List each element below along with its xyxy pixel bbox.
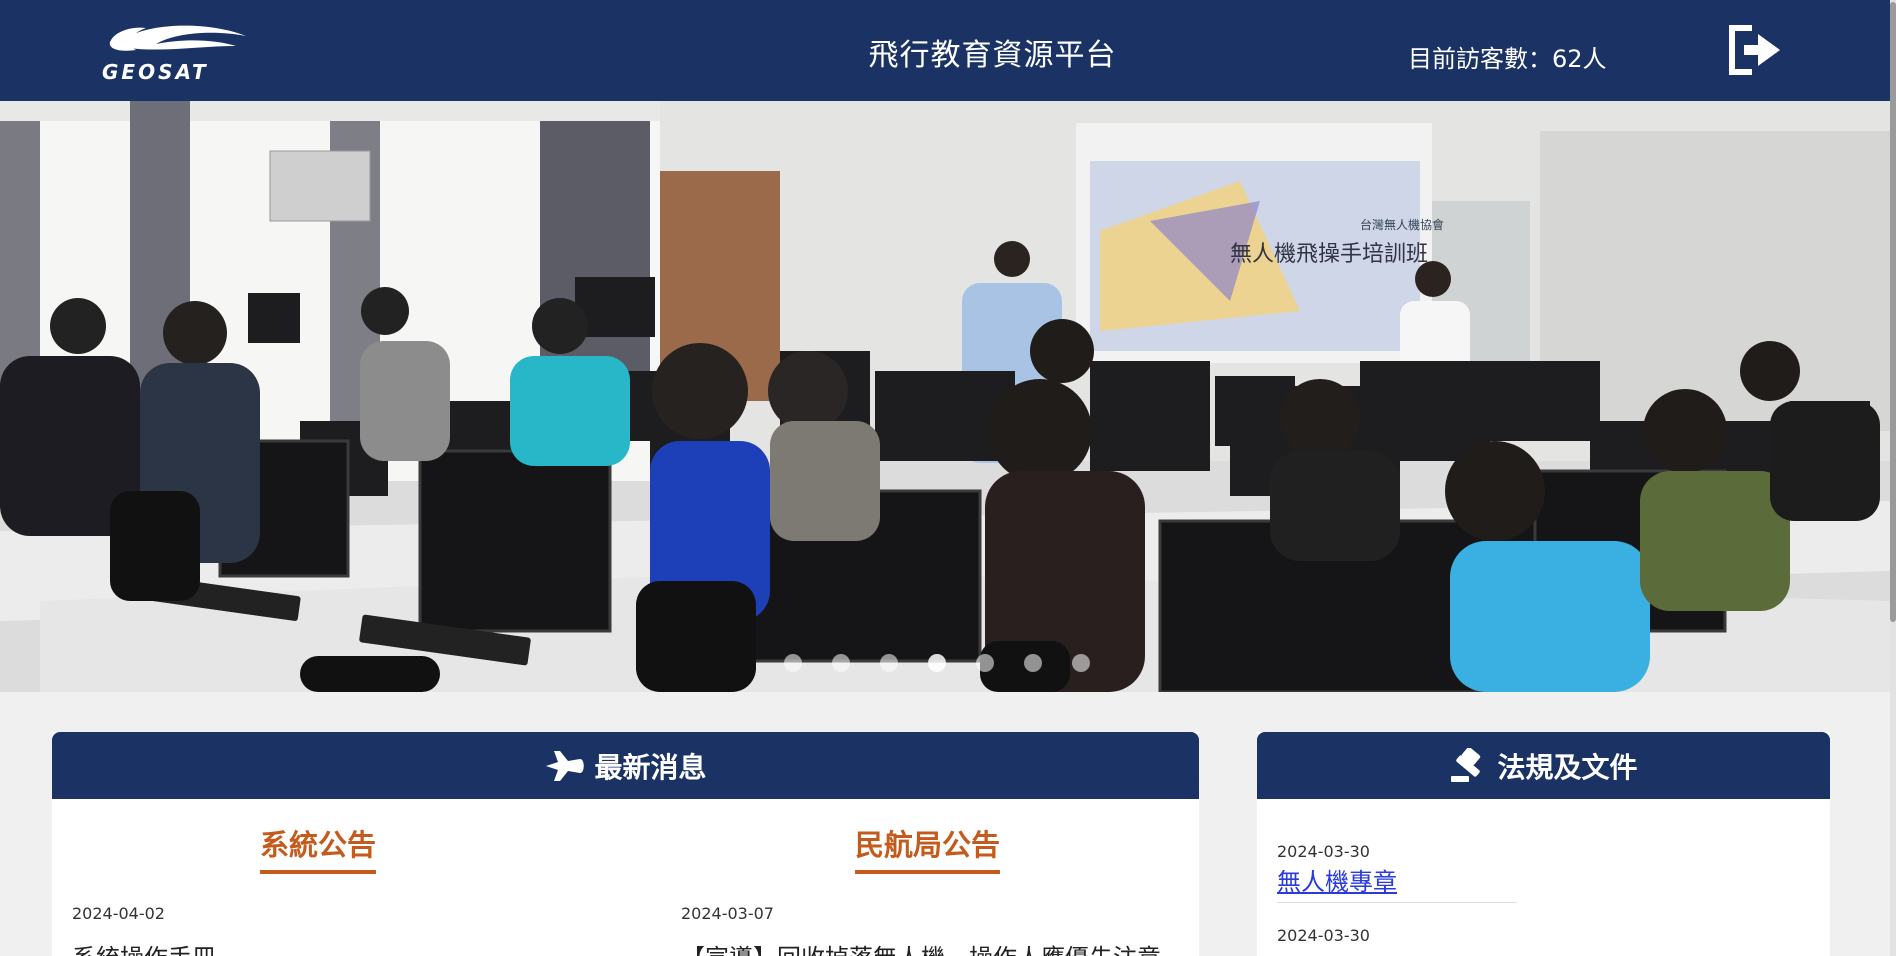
caa-item-date: 2024-03-07 (681, 904, 774, 923)
laws-panel: 法規及文件 2024-03-30 無人機專章 2024-03-30 (1257, 732, 1830, 956)
tab-system-announcements[interactable]: 系統公告 (260, 822, 377, 874)
news-panel: 最新消息 系統公告 民航局公告 2024-04-02 系統操作手冊 2024-0… (52, 732, 1199, 956)
carousel-dot-5[interactable] (976, 654, 994, 672)
law-item-date-1: 2024-03-30 (1277, 842, 1370, 861)
law-item-divider (1277, 902, 1517, 903)
logout-button[interactable] (1724, 22, 1784, 78)
screen-title-text: 無人機飛操手培訓班 (1230, 242, 1428, 267)
hero-carousel[interactable]: 無人機飛操手培訓班 台灣無人機協會 (0, 101, 1890, 692)
system-item-date: 2024-04-02 (72, 904, 165, 923)
law-item-date-2: 2024-03-30 (1277, 926, 1370, 945)
carousel-dot-3[interactable] (880, 654, 898, 672)
news-panel-header: 最新消息 (52, 732, 1199, 799)
carousel-dot-6[interactable] (1024, 654, 1042, 672)
visitor-count: 目前訪客數：62人 (1408, 45, 1607, 73)
airplane-icon (546, 750, 585, 781)
system-item-link[interactable]: 系統操作手冊 (72, 938, 216, 956)
gavel-icon (1451, 747, 1481, 782)
carousel-dot-7[interactable] (1072, 654, 1090, 672)
caa-announcements-title: 民航局公告 (855, 828, 1001, 862)
classroom-photo: 無人機飛操手培訓班 台灣無人機協會 (0, 101, 1890, 692)
carousel-indicators (784, 654, 1090, 672)
active-tab-underline (260, 870, 377, 874)
top-header: GEOSAT 飛行教育資源平台 目前訪客數：62人 (0, 0, 1890, 101)
law-item-link-1[interactable]: 無人機專章 (1277, 862, 1397, 897)
tab-caa-announcements[interactable]: 民航局公告 (855, 822, 1001, 874)
scrollbar-thumb[interactable] (1890, 2, 1896, 622)
site-title: 飛行教育資源平台 (868, 38, 1117, 73)
carousel-dot-2[interactable] (832, 654, 850, 672)
screen-org-text: 台灣無人機協會 (1360, 217, 1444, 232)
news-heading: 最新消息 (594, 750, 707, 784)
laws-heading: 法規及文件 (1497, 750, 1638, 784)
caa-tab-underline (855, 870, 1001, 874)
carousel-dot-1[interactable] (784, 654, 802, 672)
carousel-dot-4[interactable] (928, 654, 946, 672)
system-announcements-title: 系統公告 (260, 828, 377, 862)
laws-panel-header: 法規及文件 (1257, 732, 1830, 799)
caa-item-link[interactable]: 【宣導】回收掉落無人機，操作人應優先注意 (681, 938, 1161, 956)
logout-icon (1729, 25, 1780, 75)
